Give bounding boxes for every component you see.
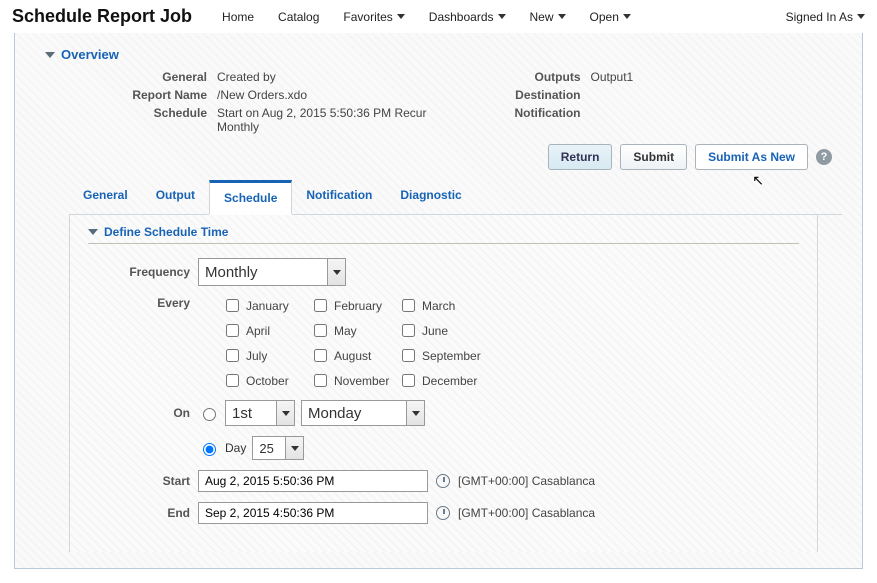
month-checkbox[interactable]: July [222, 346, 310, 365]
submit-button[interactable]: Submit [620, 144, 687, 170]
submit-as-new-button[interactable]: Submit As New [695, 144, 808, 170]
topnav: Home Catalog Favorites Dashboards New Op… [222, 10, 786, 24]
month-checkbox[interactable]: August [310, 346, 398, 365]
chevron-down-icon [623, 14, 631, 19]
help-icon[interactable]: ? [816, 149, 832, 165]
overview-grid: General Created by Outputs Output1 Repor… [81, 70, 842, 134]
chevron-down-icon [407, 400, 425, 426]
month-checkbox[interactable]: April [222, 321, 310, 340]
signed-in-menu[interactable]: Signed In As [786, 10, 865, 24]
nav-catalog[interactable]: Catalog [278, 10, 319, 24]
tab-general[interactable]: General [69, 180, 142, 214]
overview-value: Created by [217, 70, 469, 84]
end-input[interactable] [198, 502, 428, 524]
frequency-label: Frequency [88, 265, 198, 279]
tab-notification[interactable]: Notification [292, 180, 386, 214]
on-label: On [88, 406, 198, 420]
schedule-card: Define Schedule Time Frequency Monthly E… [69, 215, 818, 552]
month-checkbox[interactable]: October [222, 371, 310, 390]
tab-diagnostic[interactable]: Diagnostic [386, 180, 475, 214]
overview-label: General [81, 70, 211, 84]
day-select[interactable]: 25 [252, 436, 304, 460]
overview-value [591, 88, 843, 102]
tab-schedule[interactable]: Schedule [209, 180, 292, 215]
collapse-icon [45, 52, 55, 58]
return-button[interactable]: Return [548, 144, 613, 170]
chevron-down-icon [277, 400, 295, 426]
tabs: General Output Schedule Notification Dia… [69, 180, 842, 215]
overview-label: Schedule [81, 106, 211, 134]
timezone-text: [GMT+00:00] Casablanca [458, 474, 595, 488]
month-checkbox[interactable]: September [398, 346, 508, 365]
nav-dashboards[interactable]: Dashboards [429, 10, 506, 24]
chevron-down-icon [286, 436, 304, 460]
chevron-down-icon [857, 14, 865, 19]
ordinal-select[interactable]: 1st [225, 400, 295, 426]
month-checkbox[interactable]: December [398, 371, 508, 390]
frequency-value: Monthly [198, 258, 328, 286]
nav-new[interactable]: New [530, 10, 566, 24]
section-title: Define Schedule Time [104, 225, 228, 239]
day-label: Day [225, 441, 246, 455]
overview-label: Notification [475, 106, 585, 134]
datetime-picker-icon[interactable] [436, 474, 450, 488]
chevron-down-icon [498, 14, 506, 19]
month-checkbox[interactable]: November [310, 371, 398, 390]
every-label: Every [88, 296, 198, 310]
chevron-down-icon [558, 14, 566, 19]
topbar: Schedule Report Job Home Catalog Favorit… [0, 0, 877, 33]
section-header[interactable]: Define Schedule Time [88, 225, 799, 244]
ordinal-value: 1st [225, 400, 277, 426]
weekday-select[interactable]: Monday [301, 400, 425, 426]
month-checkbox[interactable]: January [222, 296, 310, 315]
overview-label: Report Name [81, 88, 211, 102]
month-checkbox[interactable]: March [398, 296, 508, 315]
overview-title: Overview [61, 47, 119, 62]
overview-header[interactable]: Overview [45, 47, 842, 62]
overview-value: Start on Aug 2, 2015 5:50:36 PM Recur Mo… [217, 106, 469, 134]
on-ordinal-radio[interactable] [203, 408, 216, 421]
on-day-radio[interactable] [203, 443, 216, 456]
weekday-value: Monday [301, 400, 407, 426]
nav-favorites[interactable]: Favorites [343, 10, 404, 24]
frequency-select[interactable]: Monthly [198, 258, 346, 286]
overview-value: /New Orders.xdo [217, 88, 469, 102]
month-checkbox[interactable]: February [310, 296, 398, 315]
start-label: Start [88, 474, 198, 488]
chevron-down-icon [397, 14, 405, 19]
chevron-down-icon [328, 258, 346, 286]
months-grid: January February March April May June Ju… [222, 296, 508, 390]
month-checkbox[interactable]: June [398, 321, 508, 340]
action-bar: Return Submit Submit As New ? ↖ [45, 144, 832, 170]
month-checkbox[interactable]: May [310, 321, 398, 340]
start-input[interactable] [198, 470, 428, 492]
nav-home[interactable]: Home [222, 10, 254, 24]
nav-open[interactable]: Open [590, 10, 631, 24]
overview-label: Outputs [475, 70, 585, 84]
overview-value [591, 106, 843, 134]
overview-label: Destination [475, 88, 585, 102]
main-panel: Overview General Created by Outputs Outp… [14, 33, 863, 569]
collapse-icon [88, 229, 98, 235]
day-value: 25 [252, 436, 286, 460]
page-title: Schedule Report Job [12, 6, 192, 27]
overview-value: Output1 [591, 70, 843, 84]
tab-output[interactable]: Output [142, 180, 209, 214]
